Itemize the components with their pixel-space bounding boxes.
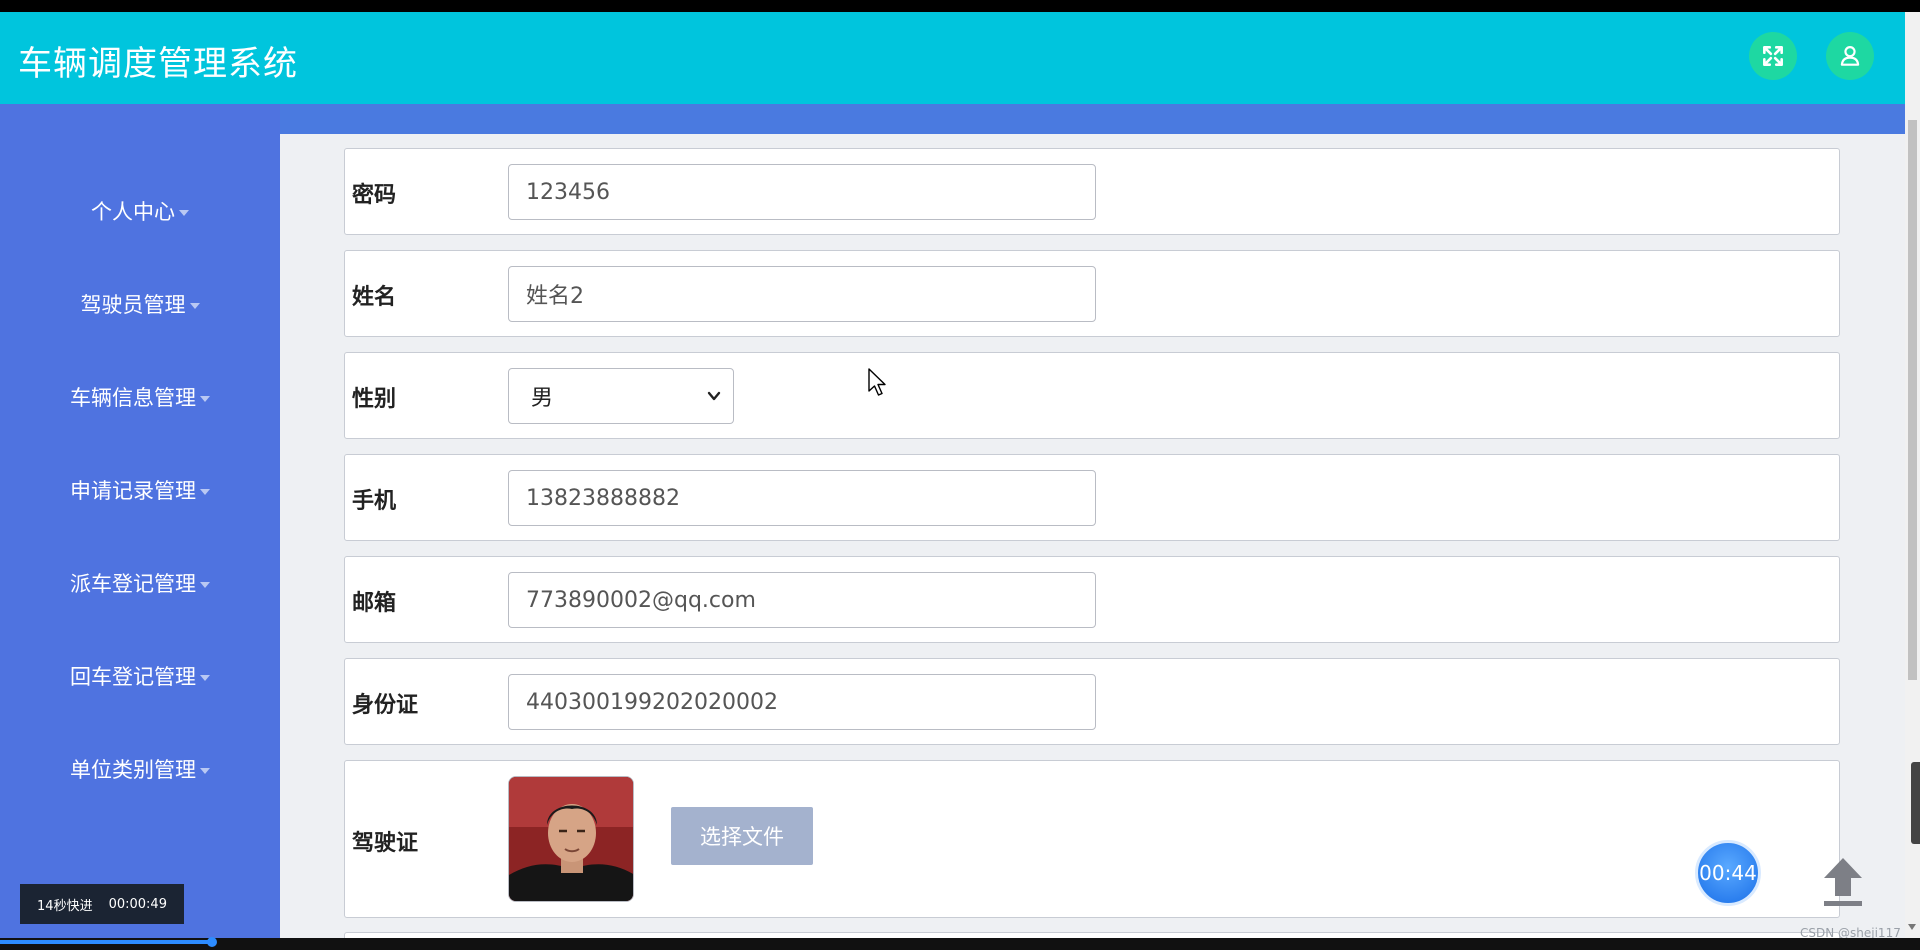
sidebar-item-label: 车辆信息管理 [70,386,196,410]
driver-photo-image [509,777,633,901]
form-content: 密码 姓名 性别 男 手机 邮箱 身份证 [280,134,1905,938]
sidebar-item-label: 派车登记管理 [70,572,196,596]
header-strip [0,104,1905,134]
sidebar: 个人中心 驾驶员管理 车辆信息管理 申请记录管理 派车登记管理 回车登记管理 单… [0,104,280,938]
app-title: 车辆调度管理系统 [18,44,298,84]
user-icon [1840,46,1860,66]
caret-down-icon [200,489,210,495]
form-row-id-card: 身份证 [344,658,1840,745]
video-progress-track[interactable] [0,938,1920,950]
watermark: CSDN @sheji117 [1800,926,1901,938]
license-label: 驾驶证 [352,831,419,856]
caret-down-icon [200,768,210,774]
gender-select-value: 男 [531,386,554,411]
sidebar-item-label: 个人中心 [91,200,175,224]
sidebar-item-label: 单位类别管理 [70,758,196,782]
user-button[interactable] [1826,32,1874,80]
expand-icon [1763,46,1783,66]
form-row-name: 姓名 [344,250,1840,337]
sidebar-item-profile[interactable]: 个人中心 [0,196,280,226]
id-card-label: 身份证 [352,693,419,718]
form-row-license: 驾驶证 选择文件 [344,760,1840,918]
sidebar-item-vehicles[interactable]: 车辆信息管理 [0,382,280,412]
sidebar-item-drivers[interactable]: 驾驶员管理 [0,289,280,319]
email-label: 邮箱 [352,591,397,616]
name-field[interactable] [508,266,1096,322]
caret-down-icon [200,582,210,588]
timer-badge: 00:44 [1695,840,1761,906]
id-card-field[interactable] [508,674,1096,730]
sidebar-item-applications[interactable]: 申请记录管理 [0,475,280,505]
fast-forward-label: 14秒快进 [37,898,93,914]
password-label: 密码 [352,183,397,208]
fast-forward-badge[interactable]: 14秒快进 00:00:49 [20,884,184,924]
sidebar-item-dispatch[interactable]: 派车登记管理 [0,568,280,598]
scroll-down-icon[interactable] [1908,924,1916,930]
phone-label: 手机 [352,489,397,514]
scrollbar-thumb[interactable] [1908,120,1917,680]
gender-select[interactable]: 男 [508,368,734,424]
app-frame: 车辆调度管理系统 个人中心 驾驶员管理 车辆信息管理 申请记录管理 派车登记管理… [0,12,1920,938]
side-handle[interactable] [1911,762,1920,844]
gender-label: 性别 [352,387,397,412]
caret-down-icon [179,210,189,216]
form-row-password: 密码 [344,148,1840,235]
sidebar-item-label: 申请记录管理 [70,479,196,503]
caret-down-icon [200,675,210,681]
back-to-top-button[interactable] [1818,854,1868,908]
top-bar: 车辆调度管理系统 [0,12,1905,104]
sidebar-item-label: 回车登记管理 [70,665,196,689]
email-field[interactable] [508,572,1096,628]
video-progress-fill [0,940,212,944]
phone-field[interactable] [508,470,1096,526]
sidebar-item-return[interactable]: 回车登记管理 [0,661,280,691]
sidebar-item-units[interactable]: 单位类别管理 [0,754,280,784]
fullscreen-button[interactable] [1749,32,1797,80]
sidebar-item-label: 驾驶员管理 [80,293,186,317]
video-progress-handle[interactable] [207,937,217,947]
caret-down-icon [200,396,210,402]
password-field[interactable] [508,164,1096,220]
name-label: 姓名 [352,285,397,310]
choose-file-button[interactable]: 选择文件 [671,807,813,865]
mouse-cursor-icon [868,368,886,396]
form-row-gender: 性别 男 [344,352,1840,439]
form-row-email: 邮箱 [344,556,1840,643]
form-row-phone: 手机 [344,454,1840,541]
arrow-up-icon [1824,858,1862,906]
caret-down-icon [189,303,200,309]
driver-photo [508,776,634,902]
fast-forward-time: 00:00:49 [108,896,167,912]
chevron-down-icon [707,391,721,401]
